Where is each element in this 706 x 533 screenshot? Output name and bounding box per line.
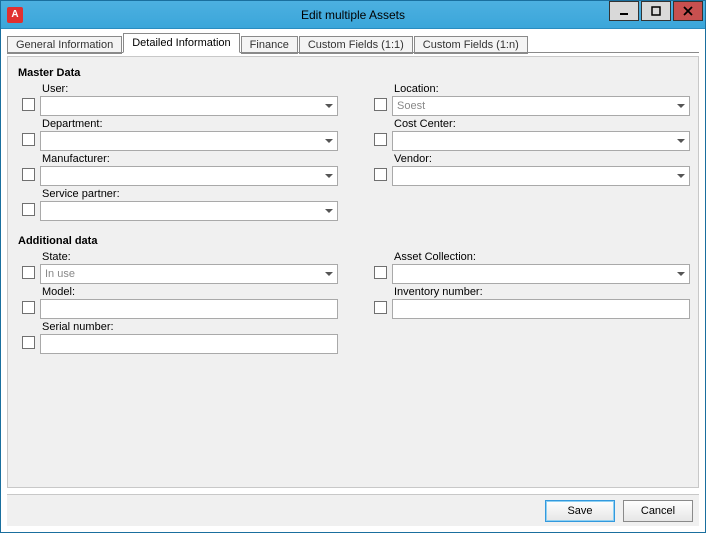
chevron-down-icon	[677, 104, 685, 108]
checkbox-vendor[interactable]	[374, 168, 387, 181]
section-title-master-data: Master Data	[18, 67, 690, 79]
app-icon: A	[7, 7, 23, 23]
combo-location-value: Soest	[397, 100, 425, 112]
checkbox-asset-collection[interactable]	[374, 266, 387, 279]
chevron-down-icon	[325, 272, 333, 276]
titlebar: A Edit multiple Assets	[1, 1, 705, 29]
chevron-down-icon	[677, 139, 685, 143]
checkbox-model[interactable]	[22, 301, 35, 314]
label-location: Location:	[394, 83, 690, 95]
label-department: Department:	[42, 118, 338, 130]
button-bar: Save Cancel	[7, 494, 699, 526]
checkbox-department[interactable]	[22, 133, 35, 146]
tab-underline	[7, 52, 699, 53]
close-button[interactable]	[673, 1, 703, 21]
chevron-down-icon	[677, 272, 685, 276]
checkbox-manufacturer[interactable]	[22, 168, 35, 181]
chevron-down-icon	[325, 209, 333, 213]
checkbox-user[interactable]	[22, 98, 35, 111]
chevron-down-icon	[325, 139, 333, 143]
combo-department[interactable]	[40, 131, 338, 151]
label-service-partner: Service partner:	[42, 188, 338, 200]
label-manufacturer: Manufacturer:	[42, 153, 338, 165]
label-asset-collection: Asset Collection:	[394, 251, 690, 263]
cancel-button[interactable]: Cancel	[623, 500, 693, 522]
chevron-down-icon	[325, 104, 333, 108]
checkbox-state[interactable]	[22, 266, 35, 279]
chevron-down-icon	[677, 174, 685, 178]
label-user: User:	[42, 83, 338, 95]
combo-state[interactable]: In use	[40, 264, 338, 284]
section-title-additional-data: Additional data	[18, 235, 690, 247]
combo-cost-center[interactable]	[392, 131, 690, 151]
combo-asset-collection[interactable]	[392, 264, 690, 284]
chevron-down-icon	[325, 174, 333, 178]
window-controls	[609, 1, 705, 28]
minimize-button[interactable]	[609, 1, 639, 21]
text-serial-number[interactable]	[40, 334, 338, 354]
text-model[interactable]	[40, 299, 338, 319]
label-cost-center: Cost Center:	[394, 118, 690, 130]
tab-detailed-information[interactable]: Detailed Information	[123, 33, 239, 53]
save-button[interactable]: Save	[545, 500, 615, 522]
checkbox-inventory-number[interactable]	[374, 301, 387, 314]
combo-user[interactable]	[40, 96, 338, 116]
window-frame: A Edit multiple Assets General Informati…	[0, 0, 706, 533]
tab-content: Master Data User: Location: Soest	[7, 56, 699, 488]
label-state: State:	[42, 251, 338, 263]
combo-service-partner[interactable]	[40, 201, 338, 221]
additional-data-grid: State: In use Asset Collection: Model:	[16, 249, 690, 354]
tabstrip: General Information Detailed Information…	[1, 29, 705, 53]
master-data-grid: User: Location: Soest Department:	[16, 81, 690, 221]
label-model: Model:	[42, 286, 338, 298]
checkbox-serial-number[interactable]	[22, 336, 35, 349]
label-vendor: Vendor:	[394, 153, 690, 165]
combo-vendor[interactable]	[392, 166, 690, 186]
combo-location[interactable]: Soest	[392, 96, 690, 116]
checkbox-cost-center[interactable]	[374, 133, 387, 146]
combo-manufacturer[interactable]	[40, 166, 338, 186]
maximize-button[interactable]	[641, 1, 671, 21]
combo-state-value: In use	[45, 268, 75, 280]
window-title: Edit multiple Assets	[1, 8, 705, 22]
checkbox-location[interactable]	[374, 98, 387, 111]
text-inventory-number[interactable]	[392, 299, 690, 319]
checkbox-service-partner[interactable]	[22, 203, 35, 216]
label-inventory-number: Inventory number:	[394, 286, 690, 298]
label-serial-number: Serial number:	[42, 321, 338, 333]
